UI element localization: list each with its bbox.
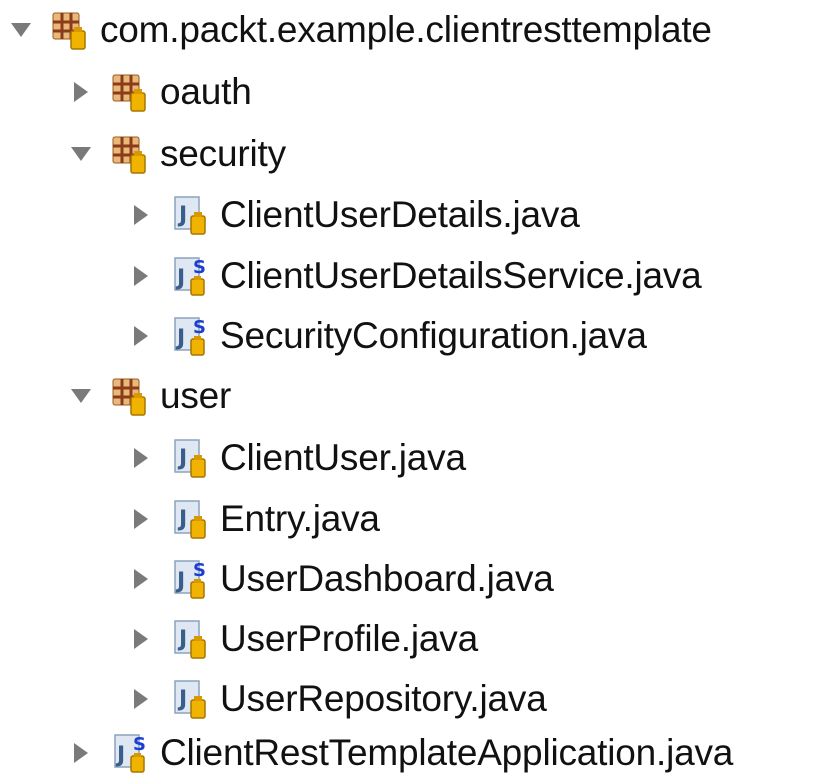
tree-item-package-oauth[interactable]: oauth xyxy=(68,62,252,122)
tree-item-label: SecurityConfiguration.java xyxy=(220,315,647,356)
tree-item-file-clientresttemplateapplication[interactable]: J S ClientRestTemplateApplication.java xyxy=(68,723,733,783)
tree-item-package-user[interactable]: user xyxy=(68,366,231,426)
tree-item-label: user xyxy=(160,375,232,416)
package-icon xyxy=(108,130,152,178)
tree-item-file-userprofile[interactable]: J UserProfile.java xyxy=(128,609,478,669)
package-icon xyxy=(108,68,152,116)
svg-text:J: J xyxy=(177,627,187,652)
tree-item-label: ClientRestTemplateApplication.java xyxy=(160,732,734,773)
tree-item-file-clientuserdetails[interactable]: J ClientUserDetails.java xyxy=(128,185,580,245)
svg-text:S: S xyxy=(193,257,206,278)
svg-text:S: S xyxy=(193,560,206,581)
tree-item-label: UserRepository.java xyxy=(220,678,547,719)
collapsed-arrow-icon[interactable] xyxy=(128,202,154,228)
tree-item-label: Entry.java xyxy=(220,498,380,539)
collapsed-arrow-icon[interactable] xyxy=(128,506,154,532)
tree-item-label: ClientUserDetailsService.java xyxy=(220,255,702,296)
java-file-icon: J xyxy=(168,615,212,663)
tree-item-label: ClientUser.java xyxy=(220,437,466,478)
collapsed-arrow-icon[interactable] xyxy=(128,445,154,471)
collapsed-arrow-icon[interactable] xyxy=(128,323,154,349)
svg-text:J: J xyxy=(115,743,125,768)
tree-item-file-clientuser[interactable]: J ClientUser.java xyxy=(128,428,466,488)
spring-java-file-icon: J S xyxy=(168,312,212,360)
svg-text:J: J xyxy=(177,507,187,532)
java-file-icon: J xyxy=(168,495,212,543)
tree-item-file-userdashboard[interactable]: J S UserDashboard.java xyxy=(128,549,554,609)
tree-item-package-security[interactable]: security xyxy=(68,124,286,184)
svg-text:J: J xyxy=(177,687,187,712)
expanded-arrow-icon[interactable] xyxy=(68,383,94,409)
svg-text:S: S xyxy=(193,317,206,338)
svg-text:J: J xyxy=(177,446,187,471)
collapsed-arrow-icon[interactable] xyxy=(68,740,94,766)
svg-text:J: J xyxy=(175,326,185,351)
java-file-icon: J xyxy=(168,675,212,723)
tree-item-label: security xyxy=(160,133,286,174)
spring-java-file-icon: J S xyxy=(168,252,212,300)
svg-text:J: J xyxy=(175,266,185,291)
tree-item-label: oauth xyxy=(160,71,252,112)
package-icon xyxy=(108,372,152,420)
tree-item-file-securityconfiguration[interactable]: J S SecurityConfiguration.java xyxy=(128,306,647,366)
collapsed-arrow-icon[interactable] xyxy=(128,686,154,712)
package-icon xyxy=(48,6,92,54)
expanded-arrow-icon[interactable] xyxy=(8,17,34,43)
tree-item-label: ClientUserDetails.java xyxy=(220,194,580,235)
package-explorer-tree: com.packt.example.clientresttemplate oau… xyxy=(0,0,834,783)
tree-item-file-userrepository[interactable]: J UserRepository.java xyxy=(128,669,547,729)
svg-text:S: S xyxy=(133,734,146,755)
svg-text:J: J xyxy=(175,569,185,594)
svg-text:J: J xyxy=(177,203,187,228)
collapsed-arrow-icon[interactable] xyxy=(128,626,154,652)
tree-item-file-clientuserdetailsservice[interactable]: J S ClientUserDetailsService.java xyxy=(128,246,702,306)
collapsed-arrow-icon[interactable] xyxy=(128,263,154,289)
tree-item-label: UserDashboard.java xyxy=(220,558,554,599)
tree-item-file-entry[interactable]: J Entry.java xyxy=(128,489,380,549)
expanded-arrow-icon[interactable] xyxy=(68,141,94,167)
tree-item-label: UserProfile.java xyxy=(220,618,478,659)
collapsed-arrow-icon[interactable] xyxy=(68,79,94,105)
spring-java-file-icon: J S xyxy=(168,555,212,603)
spring-java-file-icon: J S xyxy=(108,729,152,777)
java-file-icon: J xyxy=(168,191,212,239)
java-file-icon: J xyxy=(168,434,212,482)
tree-item-root-package[interactable]: com.packt.example.clientresttemplate xyxy=(8,0,712,60)
tree-item-label: com.packt.example.clientresttemplate xyxy=(100,9,712,50)
collapsed-arrow-icon[interactable] xyxy=(128,566,154,592)
